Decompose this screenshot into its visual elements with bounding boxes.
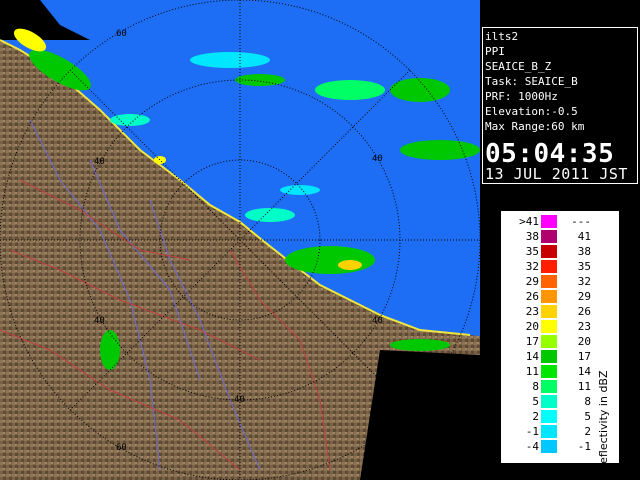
range-label-40-bottom: 40: [234, 395, 245, 405]
legend-row: 17 20: [501, 335, 611, 349]
elevation-value: Elevation:-0.5: [485, 105, 578, 118]
legend-upper-bound: 32: [577, 275, 591, 288]
legend-row: 58: [501, 395, 611, 409]
scan-time: 05:04:35: [485, 139, 615, 169]
legend-row: 29 32: [501, 275, 611, 289]
max-range-value: Max Range:60 km: [485, 120, 585, 133]
legend-lower-bound: 20: [525, 320, 539, 333]
legend-lower-bound: 8: [532, 380, 539, 393]
legend-upper-bound: 23: [577, 320, 591, 333]
legend-row: -4 -1: [501, 440, 611, 454]
radar-site-name: ilts2: [485, 30, 519, 43]
legend-upper-bound: -1: [577, 440, 591, 453]
legend-row: 32 35: [501, 260, 611, 274]
legend-lower-bound: 26: [525, 290, 539, 303]
legend-upper-bound: 29: [577, 290, 591, 303]
legend-upper-bound: 26: [577, 305, 591, 318]
legend-color-swatch: [541, 230, 557, 243]
legend-upper-bound: 41: [577, 230, 591, 243]
legend-lower-bound: 11: [525, 365, 539, 378]
legend-lower-bound: 35: [525, 245, 539, 258]
radar-ppi-display: 60 40 40 40 40 60 40: [0, 0, 480, 480]
legend-color-swatch: [541, 440, 557, 453]
legend-color-swatch: [541, 260, 557, 273]
legend-color-swatch: [541, 380, 557, 393]
range-label-60-top: 60: [116, 29, 127, 39]
legend-row: 35 38: [501, 245, 611, 259]
no-data-bottom-right: [360, 350, 480, 480]
radar-info-panel: ilts2 PPI SEAICE_B_Z Task: SEAICE_B PRF:…: [482, 27, 638, 184]
legend-color-swatch: [541, 290, 557, 303]
legend-row: -1 2: [501, 425, 611, 439]
legend-lower-bound: 17: [525, 335, 539, 348]
legend-lower-bound: 29: [525, 275, 539, 288]
legend-row: 11 14: [501, 365, 611, 379]
legend-lower-bound: >41: [519, 215, 539, 228]
legend-upper-bound: 5: [584, 410, 591, 423]
product-name: SEAICE_B_Z: [485, 60, 552, 73]
reflectivity-legend: >41 --- 38 41 35 38 32 35 29 32 26 29 23 26 20 23 17 20 14…: [500, 210, 620, 471]
legend-lower-bound: -4: [525, 440, 539, 453]
legend-upper-bound: 14: [577, 365, 591, 378]
legend-lower-bound: 23: [525, 305, 539, 318]
legend-color-swatch: [541, 245, 557, 258]
legend-color-swatch: [541, 365, 557, 378]
legend-row: 26 29: [501, 290, 611, 304]
legend-color-swatch: [541, 335, 557, 348]
legend-color-swatch: [541, 215, 557, 228]
legend-upper-bound: 35: [577, 260, 591, 273]
legend-row: 14 17: [501, 350, 611, 364]
legend-lower-bound: 32: [525, 260, 539, 273]
legend-row: 38 41: [501, 230, 611, 244]
range-label-40-right: 40: [372, 154, 383, 164]
legend-lower-bound: -1: [525, 425, 539, 438]
legend-color-swatch: [541, 350, 557, 363]
legend-row: 20 23: [501, 320, 611, 334]
range-label-40-left: 40: [94, 157, 105, 167]
legend-lower-bound: 5: [532, 395, 539, 408]
range-label-40-bottom-right: 40: [372, 316, 383, 326]
legend-row: 8 11: [501, 380, 611, 394]
legend-row: 25: [501, 410, 611, 424]
legend-color-swatch: [541, 395, 557, 408]
legend-color-swatch: [541, 320, 557, 333]
legend-upper-bound: 2: [584, 425, 591, 438]
legend-color-swatch: [541, 275, 557, 288]
legend-upper-bound: 17: [577, 350, 591, 363]
scan-date: 13 JUL 2011 JST: [485, 165, 628, 183]
legend-lower-bound: 14: [525, 350, 539, 363]
legend-color-swatch: [541, 425, 557, 438]
legend-color-swatch: [541, 305, 557, 318]
prf-value: PRF: 1000Hz: [485, 90, 558, 103]
legend-title: Reflectivity in dBZ: [597, 370, 610, 471]
legend-row: >41 ---: [501, 215, 611, 229]
legend-upper-bound: ---: [571, 215, 591, 228]
legend-upper-bound: 8: [584, 395, 591, 408]
task-name: Task: SEAICE_B: [485, 75, 578, 88]
range-label-40-bottom-left: 40: [94, 316, 105, 326]
legend-upper-bound: 11: [577, 380, 591, 393]
legend-upper-bound: 38: [577, 245, 591, 258]
scan-type: PPI: [485, 45, 505, 58]
legend-color-swatch: [541, 410, 557, 423]
range-label-60-bottom: 60: [116, 443, 127, 453]
legend-upper-bound: 20: [577, 335, 591, 348]
legend-row: 23 26: [501, 305, 611, 319]
legend-lower-bound: 38: [525, 230, 539, 243]
legend-lower-bound: 2: [532, 410, 539, 423]
